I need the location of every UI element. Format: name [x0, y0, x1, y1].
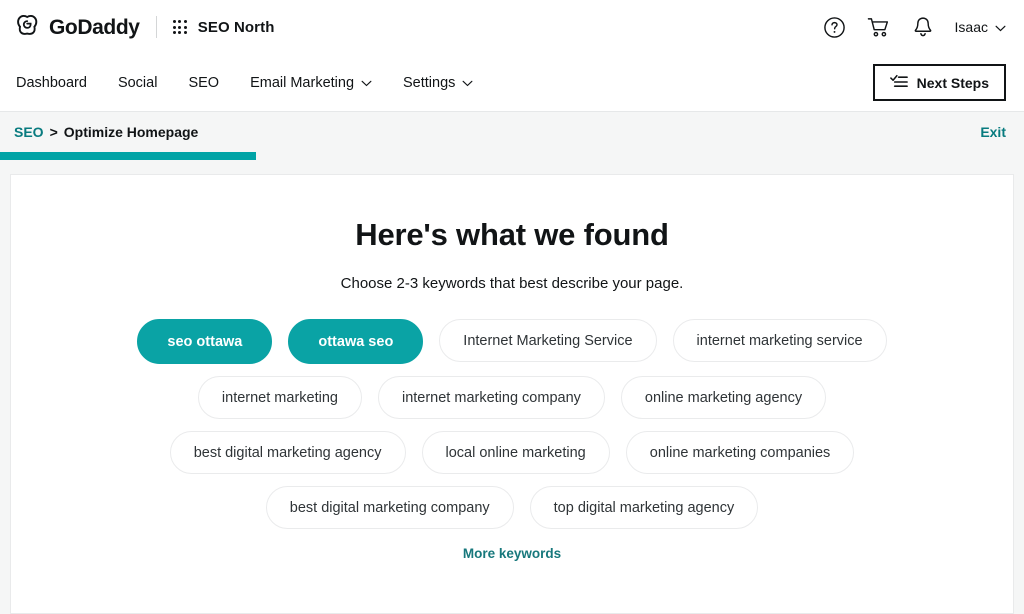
keyword-chip[interactable]: online marketing agency: [620, 376, 827, 419]
breadcrumb-bar: SEO > Optimize Homepage Exit: [0, 112, 1024, 152]
account-name: Isaac: [954, 19, 988, 35]
breadcrumb-current: Optimize Homepage: [63, 124, 199, 140]
godaddy-wordmark: GoDaddy: [49, 15, 140, 39]
progress-bar: [0, 152, 1024, 160]
keyword-chip-selected[interactable]: ottawa seo: [288, 319, 424, 364]
godaddy-heart-logo-icon: [14, 12, 40, 43]
keyword-chip[interactable]: Internet Marketing Service: [439, 319, 657, 362]
godaddy-brand[interactable]: GoDaddy: [14, 12, 140, 43]
keyword-chip[interactable]: online marketing companies: [625, 431, 855, 474]
shopping-cart-icon[interactable]: [867, 16, 891, 39]
nav-label: Social: [117, 74, 158, 91]
keyword-chip[interactable]: internet marketing: [197, 376, 362, 419]
header-actions: Isaac: [823, 16, 1006, 39]
breadcrumb: SEO > Optimize Homepage: [14, 124, 198, 140]
exit-link[interactable]: Exit: [980, 124, 1006, 140]
keyword-chip[interactable]: internet marketing company: [377, 376, 605, 419]
keyword-chip[interactable]: local online marketing: [421, 431, 610, 474]
breadcrumb-separator: >: [49, 124, 58, 140]
nav-items: Dashboard Social SEO Email Marketing Set…: [16, 75, 473, 91]
checklist-icon: [889, 74, 908, 91]
main-navigation: Dashboard Social SEO Email Marketing Set…: [0, 54, 1024, 112]
page-subtitle: Choose 2-3 keywords that best describe y…: [340, 275, 684, 292]
breadcrumb-link-seo[interactable]: SEO: [14, 124, 44, 140]
nav-item-email-marketing[interactable]: Email Marketing: [250, 75, 372, 91]
chevron-down-icon: [995, 19, 1006, 35]
keyword-chip-list: seo ottawa ottawa seo Internet Marketing S…: [11, 319, 1013, 529]
help-circle-icon[interactable]: [823, 16, 846, 39]
account-menu[interactable]: Isaac: [955, 19, 1006, 35]
keyword-selection-card: Here's what we found Choose 2-3 keywords…: [10, 174, 1014, 614]
site-switcher[interactable]: SEO North: [172, 18, 275, 36]
chevron-down-icon: [462, 75, 473, 91]
more-keywords-link[interactable]: More keywords: [11, 546, 1013, 561]
bell-icon[interactable]: [912, 16, 934, 39]
nav-item-dashboard[interactable]: Dashboard: [16, 75, 87, 91]
next-steps-button[interactable]: Next Steps: [872, 64, 1006, 101]
keyword-chip-row: best digital marketing company top digita…: [11, 486, 1013, 529]
nav-item-social[interactable]: Social: [118, 75, 158, 91]
chevron-down-icon: [361, 75, 372, 91]
keyword-chip-row: best digital marketing agency local onlin…: [11, 431, 1013, 474]
app-header: GoDaddy SEO North Isaac: [0, 0, 1024, 54]
nav-label: Email Marketing: [250, 74, 355, 91]
keyword-chip-row: seo ottawa ottawa seo Internet Marketing S…: [11, 319, 1013, 364]
site-name: SEO North: [197, 18, 275, 36]
nav-item-seo[interactable]: SEO: [188, 75, 219, 91]
nav-label: SEO: [188, 74, 220, 91]
page-title: Here's what we found: [355, 217, 669, 252]
keyword-chip-row: internet marketing internet marketing com…: [11, 376, 1013, 419]
keyword-chip[interactable]: top digital marketing agency: [529, 486, 759, 529]
keyword-chip[interactable]: best digital marketing agency: [169, 431, 406, 474]
nav-item-settings[interactable]: Settings: [403, 75, 473, 91]
next-steps-label: Next Steps: [916, 74, 989, 91]
keyword-chip[interactable]: best digital marketing company: [265, 486, 514, 529]
nav-label: Dashboard: [16, 74, 87, 91]
nav-label: Settings: [403, 74, 456, 91]
content-area: Here's what we found Choose 2-3 keywords…: [0, 160, 1024, 614]
header-divider: [155, 16, 157, 38]
keyword-chip[interactable]: internet marketing service: [672, 319, 887, 362]
keyword-chip-selected[interactable]: seo ottawa: [137, 319, 273, 364]
apps-grid-icon[interactable]: [172, 19, 187, 35]
progress-bar-fill: [0, 152, 256, 160]
